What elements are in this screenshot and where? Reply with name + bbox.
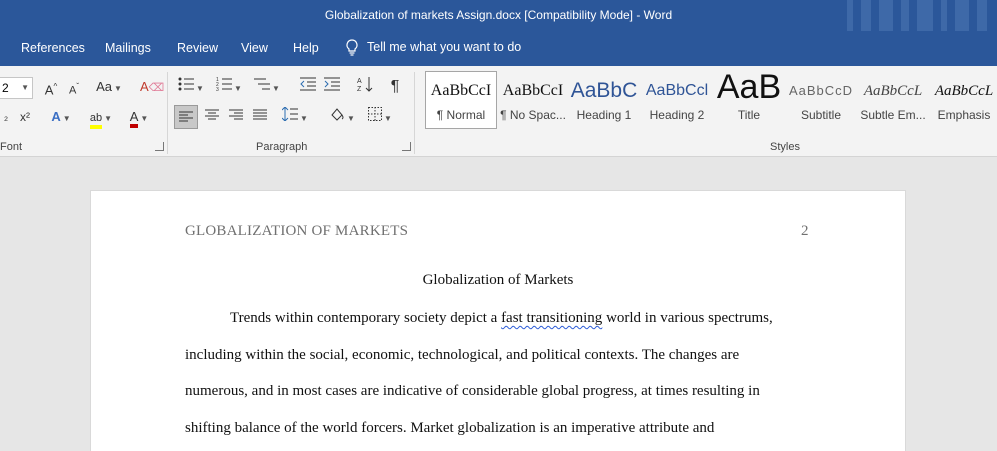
style-sample: AaBbCcD	[788, 83, 854, 98]
style-name: Title	[737, 108, 761, 122]
grow-font-icon[interactable]: A^	[42, 76, 60, 98]
lightbulb-icon	[346, 39, 358, 56]
ribbon-tabs: References Mailings Review View Help Tel…	[0, 31, 997, 66]
style-sample: AaBbCcL	[863, 83, 923, 99]
group-divider	[167, 72, 168, 154]
body-line: Trends within contemporary society depic…	[230, 310, 773, 327]
page-number: 2	[801, 223, 809, 239]
svg-text:A: A	[357, 78, 362, 85]
font-size-box[interactable]: 2 ▼	[0, 77, 33, 99]
style-sample: AaBbCcL	[934, 83, 994, 99]
tab-help[interactable]: Help	[293, 41, 319, 55]
style-title[interactable]: AaB Title	[715, 72, 783, 128]
clear-formatting-icon[interactable]: A⌫	[140, 76, 164, 98]
show-formatting-marks-icon[interactable]: ¶	[385, 76, 405, 98]
style-name: Subtitle	[800, 108, 842, 122]
style-no-spacing[interactable]: AaBbCcI ¶ No Spac...	[499, 72, 567, 128]
style-sample: AaBbCcI	[502, 82, 564, 99]
sort-icon[interactable]: AZ	[355, 76, 375, 98]
decrease-indent-icon[interactable]	[298, 76, 318, 98]
bullets-icon[interactable]: ▼	[176, 76, 206, 98]
paragraph-dialog-launcher[interactable]	[402, 142, 411, 151]
style-subtle-emphasis[interactable]: AaBbCcL Subtle Em...	[859, 72, 927, 128]
style-name: Heading 2	[649, 108, 705, 122]
style-heading-1[interactable]: AaBbC Heading 1	[570, 72, 638, 128]
font-group-label: Font	[0, 141, 23, 153]
styles-group-label: Styles	[770, 141, 800, 153]
tell-me-box[interactable]: Tell me what you want to do	[345, 39, 521, 56]
numbering-icon[interactable]: 1 2 3 ▼	[214, 76, 244, 98]
style-sample: AaBbC	[570, 79, 638, 102]
paragraph-group-label: Paragraph	[256, 141, 308, 153]
tab-view[interactable]: View	[241, 41, 268, 55]
running-head: GLOBALIZATION OF MARKETS	[185, 223, 409, 239]
highlight-color-icon[interactable]: ab ▼	[84, 106, 118, 129]
increase-indent-icon[interactable]	[322, 76, 342, 98]
shrink-font-icon[interactable]: Aˇ	[66, 76, 82, 98]
multilevel-list-icon[interactable]: ▼	[252, 76, 282, 98]
tab-mailings[interactable]: Mailings	[105, 41, 151, 55]
style-name: Subtle Em...	[860, 108, 926, 122]
tab-review[interactable]: Review	[177, 41, 218, 55]
font-size-value: 2	[2, 81, 9, 95]
style-subtitle[interactable]: AaBbCcD Subtitle	[787, 72, 855, 128]
svg-text:3: 3	[216, 87, 219, 91]
subscript-icon[interactable]: ₂	[0, 106, 12, 128]
style-heading-2[interactable]: AaBbCcl Heading 2	[643, 72, 711, 128]
document-page[interactable]: GLOBALIZATION OF MARKETS 2 Globalization…	[90, 190, 906, 451]
style-name: ¶ No Spac...	[500, 108, 566, 122]
text-effects-icon[interactable]: A ▼	[46, 106, 76, 128]
align-center-icon[interactable]	[202, 106, 222, 128]
body-text: Trends within contemporary society depic…	[230, 310, 502, 326]
body-line: shifting balance of the world forcers. M…	[185, 420, 715, 436]
style-sample: AaBbCcI	[430, 82, 492, 99]
spelling-flagged-text: fast transitioning	[501, 310, 603, 326]
justify-icon[interactable]	[250, 106, 270, 128]
body-line: numerous, and in most cases are indicati…	[185, 383, 760, 399]
svg-text:Z: Z	[357, 86, 362, 92]
document-canvas: GLOBALIZATION OF MARKETS 2 Globalization…	[0, 157, 997, 451]
superscript-icon[interactable]: x²	[16, 106, 34, 128]
font-color-icon[interactable]: A ▼	[122, 106, 156, 128]
style-sample: AaB	[716, 72, 782, 106]
document-title: Globalization of Markets	[422, 272, 574, 288]
tell-me-text: Tell me what you want to do	[367, 39, 522, 54]
title-bar: Globalization of markets Assign.docx [Co…	[0, 0, 997, 31]
style-sample: AaBbCcl	[645, 82, 709, 99]
title-bar-pattern	[837, 0, 997, 31]
chevron-down-icon: ▼	[21, 83, 29, 92]
style-normal[interactable]: AaBbCcI ¶ Normal	[425, 71, 497, 129]
line-spacing-icon[interactable]: ▼	[280, 106, 310, 128]
borders-icon[interactable]: ▼	[364, 106, 396, 128]
style-name: ¶ Normal	[436, 108, 486, 122]
style-name: Heading 1	[576, 108, 632, 122]
style-name: Emphasis	[937, 108, 991, 122]
group-divider	[414, 72, 415, 154]
change-case-icon[interactable]: Aa ▼	[94, 76, 124, 98]
shading-icon[interactable]: ▼	[326, 106, 358, 128]
tab-references[interactable]: References	[21, 41, 85, 55]
align-left-icon[interactable]	[174, 105, 198, 129]
font-dialog-launcher[interactable]	[155, 142, 164, 151]
body-line: including within the social, economic, t…	[185, 347, 740, 363]
style-emphasis[interactable]: AaBbCcL Emphasis	[931, 72, 997, 128]
ribbon: 2 ▼ A^ Aˇ Aa ▼ A⌫ ₂ x² A ▼ ab ▼ A ▼ Font ▼ 1…	[0, 66, 997, 157]
align-right-icon[interactable]	[226, 106, 246, 128]
body-text: world in various spectrums,	[602, 310, 773, 326]
